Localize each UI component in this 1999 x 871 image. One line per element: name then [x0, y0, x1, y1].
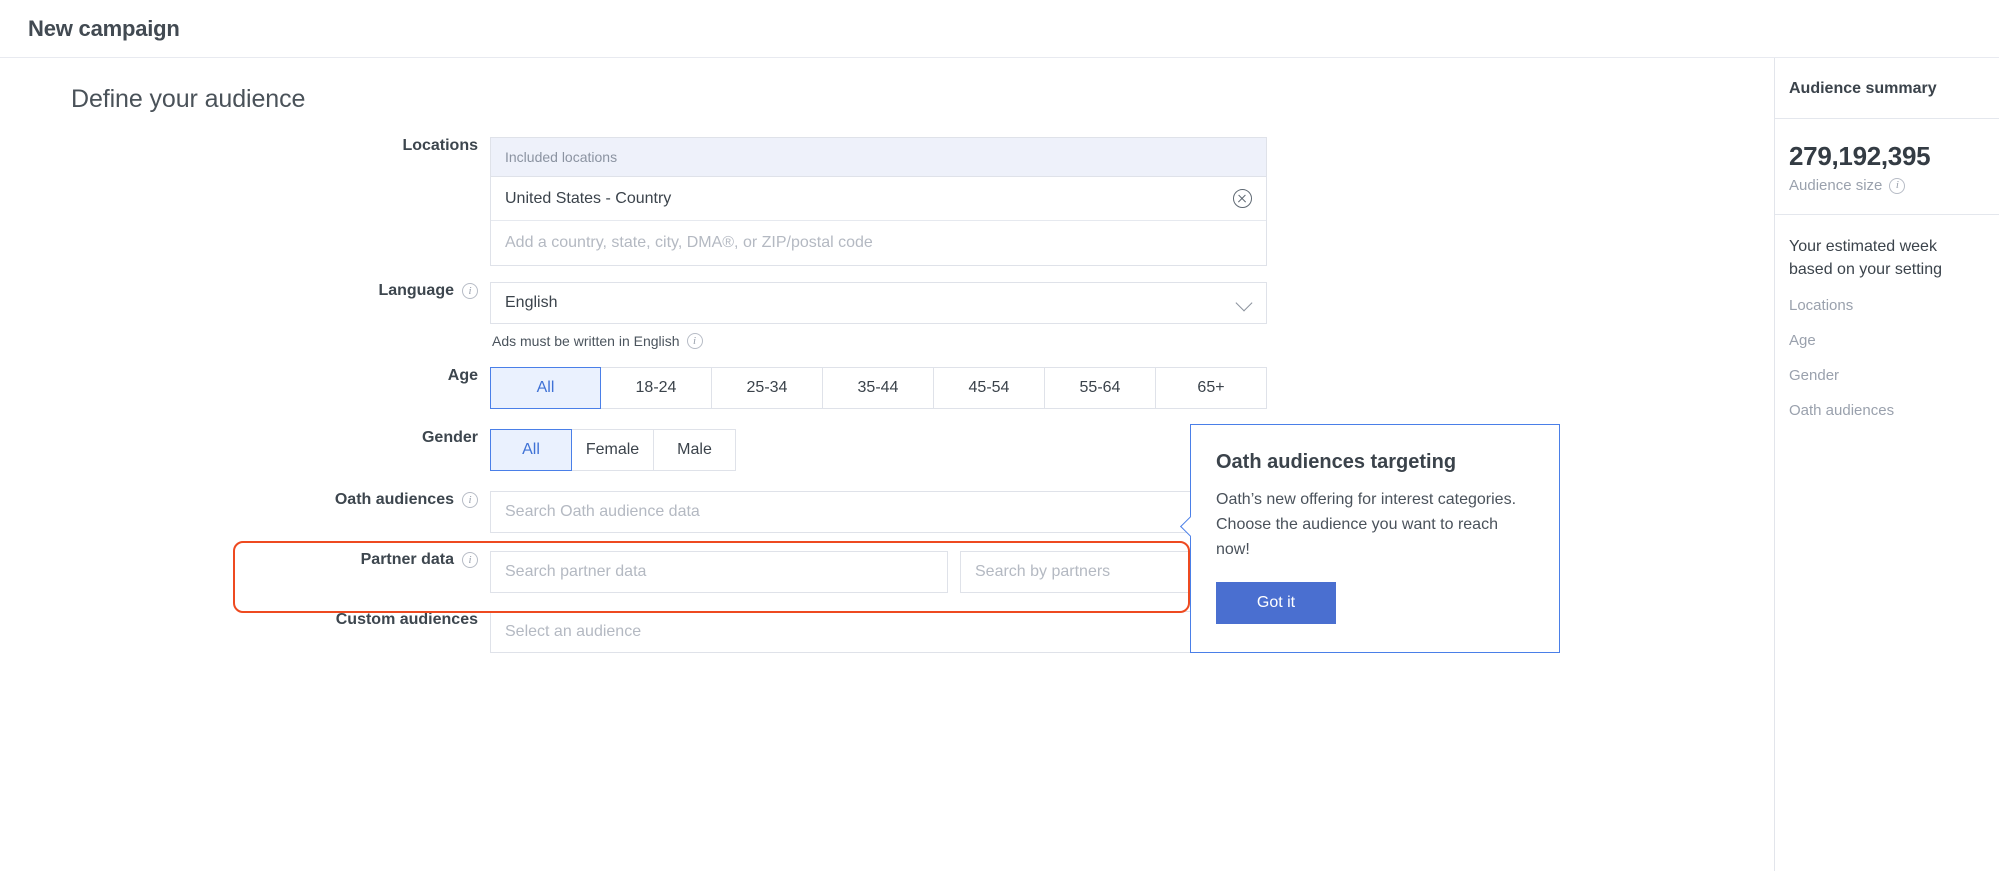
partner-data-label: Partner data i: [0, 551, 490, 569]
age-option-18-24[interactable]: 18-24: [601, 367, 712, 409]
age-segmented-control: All 18-24 25-34 35-44 45-54 55-64 65+: [490, 367, 1774, 409]
gender-option-female[interactable]: Female: [572, 429, 654, 471]
locations-label-text: Locations: [402, 137, 478, 154]
partner-data-field: Search partner data Search by partners: [490, 551, 1774, 593]
age-label: Age: [0, 367, 490, 385]
locations-field: Included locations United States - Count…: [490, 137, 1774, 266]
summary-item-age: Age: [1789, 332, 1816, 350]
audience-size-block: 279,192,395 Audience size i: [1775, 119, 1999, 215]
oath-audiences-label: Oath audiences i: [0, 491, 490, 509]
custom-audiences-label-text: Custom audiences: [335, 611, 478, 628]
gender-field: All Female Male: [490, 429, 1774, 471]
info-icon[interactable]: i: [462, 552, 478, 568]
info-icon[interactable]: i: [462, 283, 478, 299]
tooltip-arrow-icon: [1178, 513, 1191, 539]
gender-label: Gender: [0, 429, 490, 447]
form-row-language: Language i English Ads must be written i…: [0, 282, 1774, 349]
custom-audiences-field: Select an audience Browse: [490, 611, 1774, 653]
audience-size-caption: Audience size i: [1789, 177, 1999, 194]
oath-audiences-tooltip: Oath audiences targeting Oath’s new offe…: [1190, 424, 1560, 654]
age-option-55-64[interactable]: 55-64: [1045, 367, 1156, 409]
oath-audiences-field: Search Oath audience data Browse: [490, 491, 1774, 533]
language-label-text: Language: [378, 282, 454, 299]
age-option-25-34[interactable]: 25-34: [712, 367, 823, 409]
info-icon[interactable]: i: [686, 333, 703, 349]
chevron-down-icon: [1238, 296, 1252, 310]
language-hint-text: Ads must be written in English: [492, 333, 680, 349]
included-locations-header: Included locations: [491, 138, 1266, 177]
estimate-description: Your estimated week based on your settin…: [1775, 215, 1999, 281]
summary-criteria-list: Locations Age Gender Oath audiences: [1775, 297, 1999, 419]
tooltip-body: Oath’s new offering for interest categor…: [1216, 491, 1517, 558]
form-row-age: Age All 18-24 25-34 35-44 45-54 55-64 65…: [0, 367, 1774, 409]
oath-audiences-placeholder: Search Oath audience data: [505, 503, 700, 520]
info-icon[interactable]: i: [462, 492, 478, 508]
gender-segmented-control: All Female Male: [490, 429, 1774, 471]
estimate-line-1: Your estimated week: [1789, 238, 1937, 255]
age-field: All 18-24 25-34 35-44 45-54 55-64 65+: [490, 367, 1774, 409]
got-it-button[interactable]: Got it: [1216, 582, 1336, 625]
audience-summary-sidebar: Audience summary 279,192,395 Audience si…: [1774, 58, 1999, 871]
age-label-text: Age: [447, 367, 478, 384]
location-item-label: United States - Country: [505, 189, 672, 207]
language-label: Language i: [0, 282, 490, 300]
summary-item-oath-audiences: Oath audiences: [1789, 402, 1895, 420]
language-hint: Ads must be written in English i: [490, 324, 1774, 349]
estimate-line-2: based on your setting: [1789, 261, 1942, 279]
age-option-45-54[interactable]: 45-54: [934, 367, 1045, 409]
locations-label: Locations: [0, 137, 490, 155]
language-field: English Ads must be written in English i: [490, 282, 1774, 349]
locations-box: Included locations United States - Count…: [490, 137, 1267, 266]
summary-item-gender: Gender: [1789, 367, 1840, 385]
custom-audiences-label: Custom audiences: [0, 611, 490, 629]
app-header: New campaign: [0, 0, 1999, 58]
oath-audiences-search[interactable]: Search Oath audience data Browse: [490, 491, 1267, 533]
partner-select-placeholder: Search by partners: [975, 563, 1111, 580]
location-item: United States - Country: [491, 177, 1266, 221]
gender-label-text: Gender: [421, 429, 478, 446]
custom-audiences-search[interactable]: Select an audience Browse: [490, 611, 1267, 653]
language-selected-value: English: [505, 294, 558, 311]
partner-data-label-text: Partner data: [360, 551, 454, 568]
gender-option-male[interactable]: Male: [654, 429, 736, 471]
age-option-35-44[interactable]: 35-44: [823, 367, 934, 409]
tooltip-title: Oath audiences targeting: [1216, 451, 1457, 473]
partner-data-input[interactable]: Search partner data: [490, 551, 948, 593]
page-title: New campaign: [28, 15, 180, 41]
locations-input[interactable]: Add a country, state, city, DMA®, or ZIP…: [491, 221, 1266, 265]
remove-circle-icon[interactable]: [1233, 189, 1252, 208]
info-icon[interactable]: i: [1889, 177, 1906, 194]
gender-option-all[interactable]: All: [490, 429, 572, 471]
custom-audiences-placeholder: Select an audience: [505, 623, 642, 640]
form-row-locations: Locations Included locations United Stat…: [0, 137, 1774, 266]
summary-item-locations: Locations: [1789, 297, 1854, 315]
language-select[interactable]: English: [490, 282, 1267, 324]
age-option-65-plus[interactable]: 65+: [1156, 367, 1267, 409]
page-body: Define your audience Locations Included …: [0, 58, 1999, 871]
age-option-all[interactable]: All: [490, 367, 601, 409]
audience-size-value: 279,192,395: [1789, 141, 1931, 171]
audience-size-caption-text: Audience size: [1789, 177, 1883, 194]
section-title: Define your audience: [71, 85, 306, 113]
oath-audiences-label-text: Oath audiences: [334, 491, 454, 508]
audience-summary-heading: Audience summary: [1775, 58, 1999, 119]
